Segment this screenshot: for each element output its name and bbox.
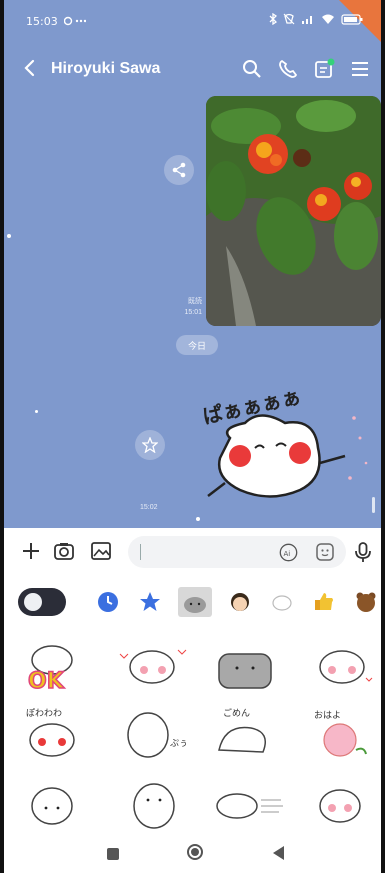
share-icon [172, 162, 186, 178]
message-time-1: 15:01 [184, 309, 202, 316]
status-bar: 15:03 [0, 0, 385, 40]
microphone-icon[interactable] [353, 541, 373, 563]
notes-icon[interactable] [313, 58, 335, 80]
bear-pack-icon[interactable] [354, 590, 378, 614]
sticker-pack-tab-selected[interactable] [178, 587, 212, 617]
sticker-gomen-text: ごめん [223, 707, 250, 719]
text-cursor [140, 544, 141, 560]
sticker-rabbit-hearts-image [319, 650, 373, 684]
message-time-2: 15:02 [140, 504, 158, 511]
call-icon[interactable] [277, 58, 299, 80]
sticker-cell[interactable]: ぽわわわ [12, 702, 98, 768]
background-sparkle [7, 234, 11, 238]
flower-photo-image [206, 96, 381, 326]
favorite-sticker-button[interactable] [135, 430, 165, 460]
sticker-cell[interactable] [300, 770, 385, 836]
image-icon[interactable] [90, 540, 112, 562]
message-read-info: 既読 15:01 [170, 296, 202, 318]
favorites-star-icon[interactable] [138, 590, 162, 614]
line-chat-screen: 15:03 Hiroyuki Sawa 既読 15:01 今日 ぱぁぁぁぁ 15… [0, 0, 385, 873]
sticker-suggest-toggle[interactable] [18, 588, 66, 616]
sticker-gray-cat-image [218, 653, 272, 689]
back-triangle-icon[interactable] [271, 845, 285, 861]
sticker-flower-image: おはよ [314, 710, 367, 757]
camera-icon[interactable] [53, 540, 75, 562]
date-separator: 今日 [176, 335, 218, 355]
girl-pack-icon[interactable] [228, 590, 252, 614]
sticker-cell[interactable]: OK [12, 634, 98, 700]
sticker-powawa-image: ぽわわわ [26, 708, 75, 757]
sticker-ohayo-text: おはよ [314, 710, 341, 721]
message-input-bar: Ai [0, 528, 385, 576]
back-arrow-icon[interactable] [20, 58, 40, 78]
read-label: 既読 [188, 298, 202, 305]
rabbit-pack-icon[interactable] [270, 590, 294, 614]
sticker-rabbit-sit-image [133, 783, 175, 829]
sticker-cell[interactable]: ぷぅ [110, 702, 196, 768]
sticker-hearts-image [119, 649, 187, 684]
toggle-knob [24, 593, 42, 611]
ai-assist-icon[interactable]: Ai [279, 543, 298, 562]
sticker-ok-text: OK [28, 669, 65, 694]
status-icons [269, 13, 363, 25]
mute-icon [283, 13, 295, 25]
chat-title[interactable]: Hiroyuki Sawa [51, 60, 160, 78]
sticker-ok-image: OK [27, 645, 73, 695]
sticker-cell[interactable] [205, 770, 291, 836]
menu-icon[interactable] [349, 58, 371, 80]
chat-area: 15:03 Hiroyuki Sawa 既読 15:01 今日 ぱぁぁぁぁ 15… [0, 0, 385, 528]
sticker-gomen-image: ごめん [218, 707, 266, 753]
status-notification-icons [64, 16, 86, 26]
scrollbar[interactable] [372, 497, 375, 513]
message-input[interactable] [128, 536, 346, 568]
home-dot [191, 848, 199, 856]
sticker-tab-bar [0, 584, 385, 622]
sticker-pu-image: ぷぅ [127, 712, 188, 758]
recents-button[interactable] [107, 848, 119, 860]
sticker-grid: OK ぽわわわ ぷぅ ごめん おはよ [0, 630, 385, 836]
recent-clock-icon[interactable] [96, 590, 120, 614]
sticker-pu-text: ぷぅ [170, 738, 188, 749]
home-button[interactable] [187, 844, 203, 860]
sticker-cell[interactable] [300, 634, 385, 700]
sticker-cell[interactable] [110, 634, 196, 700]
sticker-emoji-icon[interactable] [315, 542, 335, 562]
background-sparkle [35, 410, 38, 413]
battery-icon [341, 14, 363, 25]
sticker-powawa-text: ぽわわわ [26, 708, 62, 719]
gray-cat-pack-icon [184, 597, 206, 613]
background-sparkle [196, 517, 200, 521]
wifi-icon [322, 14, 334, 24]
system-nav-bar [0, 836, 385, 873]
thumbs-up-pack-icon[interactable] [312, 590, 336, 614]
search-icon[interactable] [241, 58, 263, 80]
star-outline-icon [142, 437, 158, 453]
sticker-cell[interactable]: おはよ [300, 702, 385, 768]
status-time: 15:03 [26, 15, 58, 28]
rabbit-sticker-image: ぱぁぁぁぁ [201, 384, 368, 498]
bluetooth-icon [269, 13, 277, 25]
share-button[interactable] [164, 155, 194, 185]
plus-icon[interactable] [20, 540, 42, 562]
photo-message[interactable] [206, 96, 381, 326]
sticker-rabbit-sparkle-image [319, 789, 361, 823]
sticker-message[interactable]: ぱぁぁぁぁ [200, 378, 380, 510]
sticker-cell[interactable] [205, 634, 291, 700]
sticker-cell[interactable] [12, 770, 98, 836]
sticker-cell[interactable]: ごめん [205, 702, 291, 768]
sticker-rabbit-sweat-image [31, 787, 73, 825]
signal-icon [302, 16, 312, 24]
sticker-rabbit-slide-image [216, 793, 283, 819]
sticker-cell[interactable] [110, 770, 196, 836]
ai-label: Ai [284, 550, 291, 558]
chat-header: Hiroyuki Sawa [0, 48, 385, 92]
